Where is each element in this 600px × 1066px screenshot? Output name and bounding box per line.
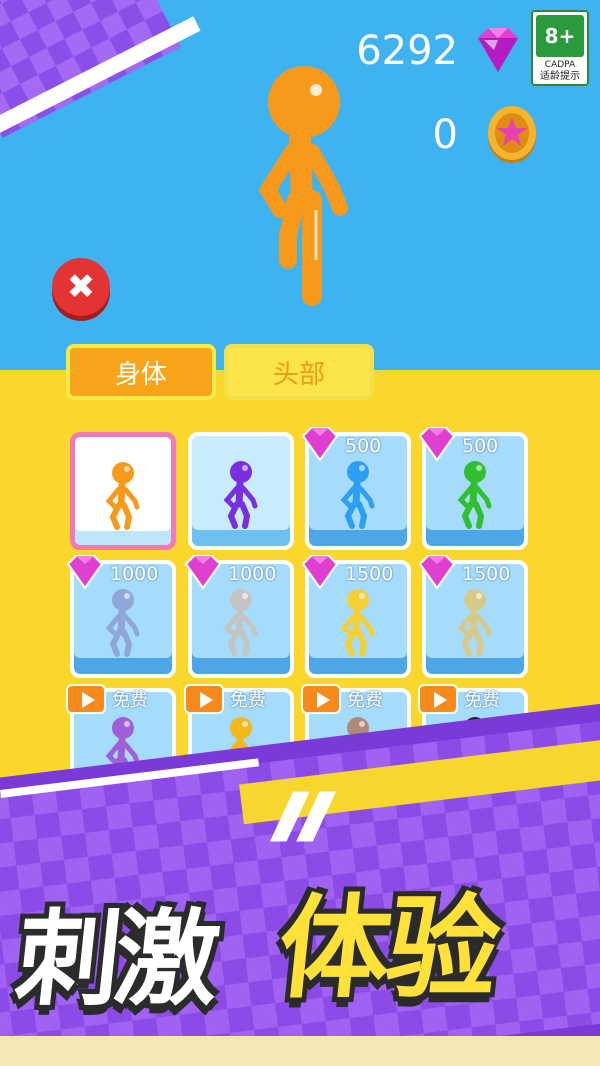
- skin-card[interactable]: 1500: [418, 555, 528, 678]
- gem-icon: [62, 554, 108, 594]
- age-rating-tip: 适龄提示: [540, 71, 580, 82]
- play-icon: [184, 684, 224, 714]
- gem-icon: [414, 554, 460, 594]
- bottom-strip: [0, 1036, 600, 1066]
- skin-figure: [219, 588, 263, 662]
- skin-figure: [101, 588, 145, 662]
- skin-card[interactable]: [188, 432, 294, 550]
- gem-icon: [470, 24, 526, 80]
- slogan-yellow-text: 体验: [272, 884, 502, 1014]
- skin-card[interactable]: 500: [418, 427, 528, 550]
- gem-price-tag: 1500: [414, 554, 510, 594]
- skin-figure: [336, 460, 380, 534]
- skin-figure: [101, 461, 145, 535]
- play-icon: [301, 684, 341, 714]
- gem-price-tag: 1000: [180, 554, 276, 594]
- skin-card[interactable]: [70, 432, 176, 550]
- free-label: 免费: [347, 690, 383, 711]
- gem-price-tag: 1000: [62, 554, 158, 594]
- slogan: 刺激 体验: [0, 850, 600, 1020]
- close-button[interactable]: ✖: [52, 258, 110, 316]
- play-icon: [66, 684, 106, 714]
- watch-ad-tag: 免费: [418, 684, 500, 714]
- coin-icon: [485, 104, 539, 168]
- gem-icon: [414, 426, 460, 466]
- character-preview: [240, 60, 370, 314]
- age-rating-value: 8+: [536, 15, 584, 57]
- gem-price-tag: 500: [297, 426, 381, 466]
- free-label: 免费: [230, 690, 266, 711]
- free-label: 免费: [464, 690, 500, 711]
- age-rating-org: CADPA: [544, 60, 576, 70]
- slogan-white-text: 刺激: [10, 898, 220, 1020]
- gem-icon: [180, 554, 226, 594]
- free-label: 免费: [112, 690, 148, 711]
- gem-price: 500: [462, 435, 499, 457]
- watch-ad-tag: 免费: [184, 684, 266, 714]
- tab-body[interactable]: 身体: [66, 344, 216, 400]
- skin-figure: [336, 588, 380, 662]
- skin-card[interactable]: 1000: [184, 555, 294, 678]
- age-rating-badge: 8+ CADPA 适龄提示: [531, 10, 589, 86]
- gem-price-tag: 1500: [297, 554, 393, 594]
- gem-price: 1500: [462, 563, 511, 585]
- gem-price: 1000: [110, 563, 159, 585]
- gem-price: 500: [345, 435, 382, 457]
- watch-ad-tag: 免费: [301, 684, 383, 714]
- gem-price-tag: 500: [414, 426, 498, 466]
- skin-figure: [453, 460, 497, 534]
- tab-head[interactable]: 头部: [224, 344, 374, 400]
- gem-price: 1000: [228, 563, 277, 585]
- skin-card[interactable]: 500: [301, 427, 411, 550]
- skin-figure: [219, 460, 263, 534]
- gem-icon: [297, 426, 343, 466]
- play-icon: [418, 684, 458, 714]
- close-icon: ✖: [66, 267, 96, 307]
- skin-card[interactable]: 1500: [301, 555, 411, 678]
- gem-price: 1500: [345, 563, 394, 585]
- watch-ad-tag: 免费: [66, 684, 148, 714]
- gem-count: 6292: [356, 28, 458, 74]
- gem-icon: [297, 554, 343, 594]
- coin-count: 0: [432, 112, 458, 158]
- skin-card[interactable]: 1000: [66, 555, 176, 678]
- skin-figure: [453, 588, 497, 662]
